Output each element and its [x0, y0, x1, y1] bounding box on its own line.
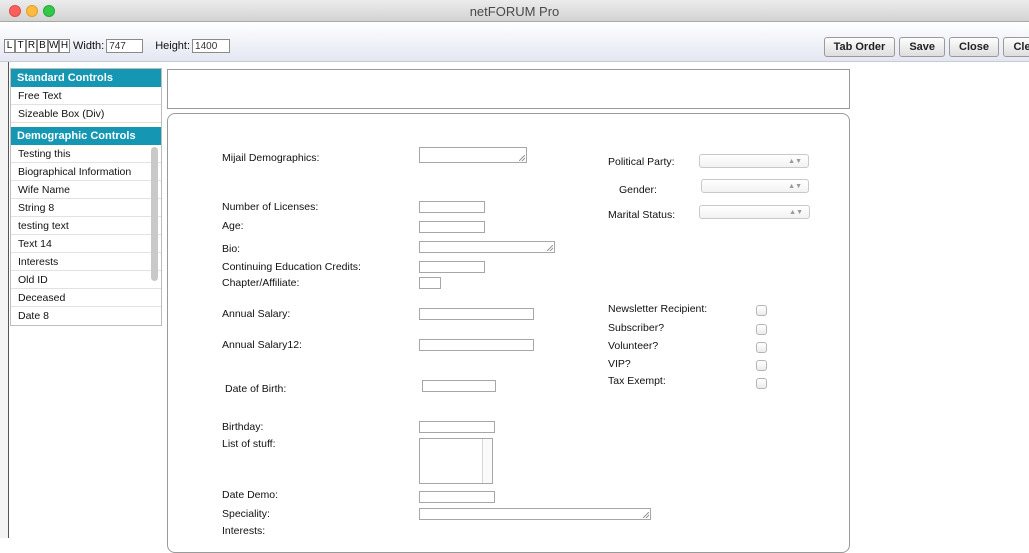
control-sizeable-box[interactable]: Sizeable Box (Div) — [11, 105, 161, 123]
close-button[interactable]: Close — [949, 37, 999, 57]
title-bar: netFORUM Pro — [0, 0, 1029, 22]
list-item[interactable]: Biographical Information — [11, 163, 161, 181]
list-item[interactable]: testing text — [11, 217, 161, 235]
save-button[interactable]: Save — [899, 37, 946, 57]
speciality-textarea[interactable] — [419, 508, 651, 520]
header-region[interactable] — [167, 69, 850, 109]
subscriber-label: Subscriber? — [608, 322, 665, 334]
gender-label: Gender: — [619, 184, 657, 196]
align-bottom-toggle[interactable]: B — [37, 39, 48, 53]
marital-status-label: Marital Status: — [608, 209, 676, 221]
control-free-text[interactable]: Free Text — [11, 87, 161, 105]
annual-salary12-label: Annual Salary12: — [222, 339, 302, 351]
align-left-toggle[interactable]: L — [4, 39, 15, 53]
window-left-edge — [0, 62, 9, 538]
list-item[interactable]: Interests — [11, 253, 161, 271]
marital-status-select[interactable]: ▲▼ — [699, 205, 810, 219]
width-toggle[interactable]: W — [48, 39, 59, 53]
speciality-label: Speciality: — [222, 508, 270, 520]
mijail-demographics-label: Mijail Demographics: — [222, 152, 320, 164]
bio-label: Bio: — [222, 243, 241, 255]
tax-exempt-checkbox[interactable] — [756, 378, 767, 389]
tab-order-button[interactable]: Tab Order — [823, 37, 896, 57]
vip-checkbox[interactable] — [756, 360, 767, 371]
list-item[interactable]: Wife Name — [11, 181, 161, 199]
height-label: Height: — [155, 40, 191, 52]
continuing-education-credits-input[interactable] — [419, 261, 485, 273]
list-item[interactable]: Deceased — [11, 289, 161, 307]
number-of-licenses-input[interactable] — [419, 201, 485, 213]
vip-label: VIP? — [608, 358, 631, 370]
clear-button[interactable]: Cle — [1003, 37, 1029, 57]
volunteer-checkbox[interactable] — [756, 342, 767, 353]
width-input[interactable] — [106, 39, 144, 53]
gender-select[interactable]: ▲▼ — [701, 179, 809, 193]
height-input[interactable] — [192, 39, 231, 53]
standard-controls-header: Standard Controls — [11, 69, 161, 87]
controls-panel: Standard Controls Free Text Sizeable Box… — [10, 68, 162, 326]
demographic-controls-list: Testing this Biographical Information Wi… — [11, 145, 161, 325]
list-of-stuff-label: List of stuff: — [222, 438, 276, 450]
list-item[interactable]: Date 8 — [11, 307, 161, 325]
mijail-demographics-textarea[interactable] — [419, 147, 527, 163]
date-demo-label: Date Demo: — [222, 489, 279, 501]
form-canvas: Mijail Demographics: Number of Licenses:… — [167, 113, 850, 553]
annual-salary12-input[interactable] — [419, 339, 534, 351]
updown-arrow-icon: ▲▼ — [788, 183, 802, 190]
list-scrollbar[interactable] — [151, 147, 158, 281]
window-title: netFORUM Pro — [469, 4, 560, 19]
political-party-select[interactable]: ▲▼ — [699, 154, 809, 168]
number-of-licenses-label: Number of Licenses: — [222, 201, 319, 213]
listbox-scrollbar[interactable] — [482, 439, 492, 483]
annual-salary-label: Annual Salary: — [222, 308, 291, 320]
age-input[interactable] — [419, 221, 485, 233]
width-label: Width: — [73, 40, 105, 52]
annual-salary-input[interactable] — [419, 308, 534, 320]
bio-textarea[interactable] — [419, 241, 555, 253]
align-right-toggle[interactable]: R — [26, 39, 37, 53]
birthday-label: Birthday: — [222, 421, 264, 433]
volunteer-label: Volunteer? — [608, 340, 659, 352]
chapter-affiliate-label: Chapter/Affiliate: — [222, 277, 300, 289]
political-party-label: Political Party: — [608, 156, 675, 168]
list-item[interactable]: Testing this — [11, 145, 161, 163]
list-item[interactable]: String 8 — [11, 199, 161, 217]
updown-arrow-icon: ▲▼ — [788, 158, 802, 165]
list-item[interactable]: Old ID — [11, 271, 161, 289]
toolbar: L T R B W H Width: Height: Tab Order Sav… — [0, 22, 1029, 62]
birthday-input[interactable] — [419, 421, 495, 433]
date-demo-input[interactable] — [419, 491, 495, 503]
date-of-birth-label: Date of Birth: — [225, 383, 287, 395]
continuing-education-credits-label: Continuing Education Credits: — [222, 261, 361, 273]
tax-exempt-label: Tax Exempt: — [608, 375, 666, 387]
subscriber-checkbox[interactable] — [756, 324, 767, 335]
height-toggle[interactable]: H — [59, 39, 70, 53]
newsletter-recipient-checkbox[interactable] — [756, 305, 767, 316]
position-controls: L T R B W H Width: Height: — [4, 39, 231, 53]
align-top-toggle[interactable]: T — [15, 39, 26, 53]
newsletter-recipient-label: Newsletter Recipient: — [608, 303, 708, 315]
list-item[interactable]: Text 14 — [11, 235, 161, 253]
updown-arrow-icon: ▲▼ — [789, 209, 803, 216]
demographic-controls-header: Demographic Controls — [11, 127, 161, 145]
age-label: Age: — [222, 220, 244, 232]
interests-label: Interests: — [222, 525, 266, 537]
list-of-stuff-listbox[interactable] — [419, 438, 493, 484]
chapter-affiliate-input[interactable] — [419, 277, 441, 289]
date-of-birth-input[interactable] — [422, 380, 496, 392]
